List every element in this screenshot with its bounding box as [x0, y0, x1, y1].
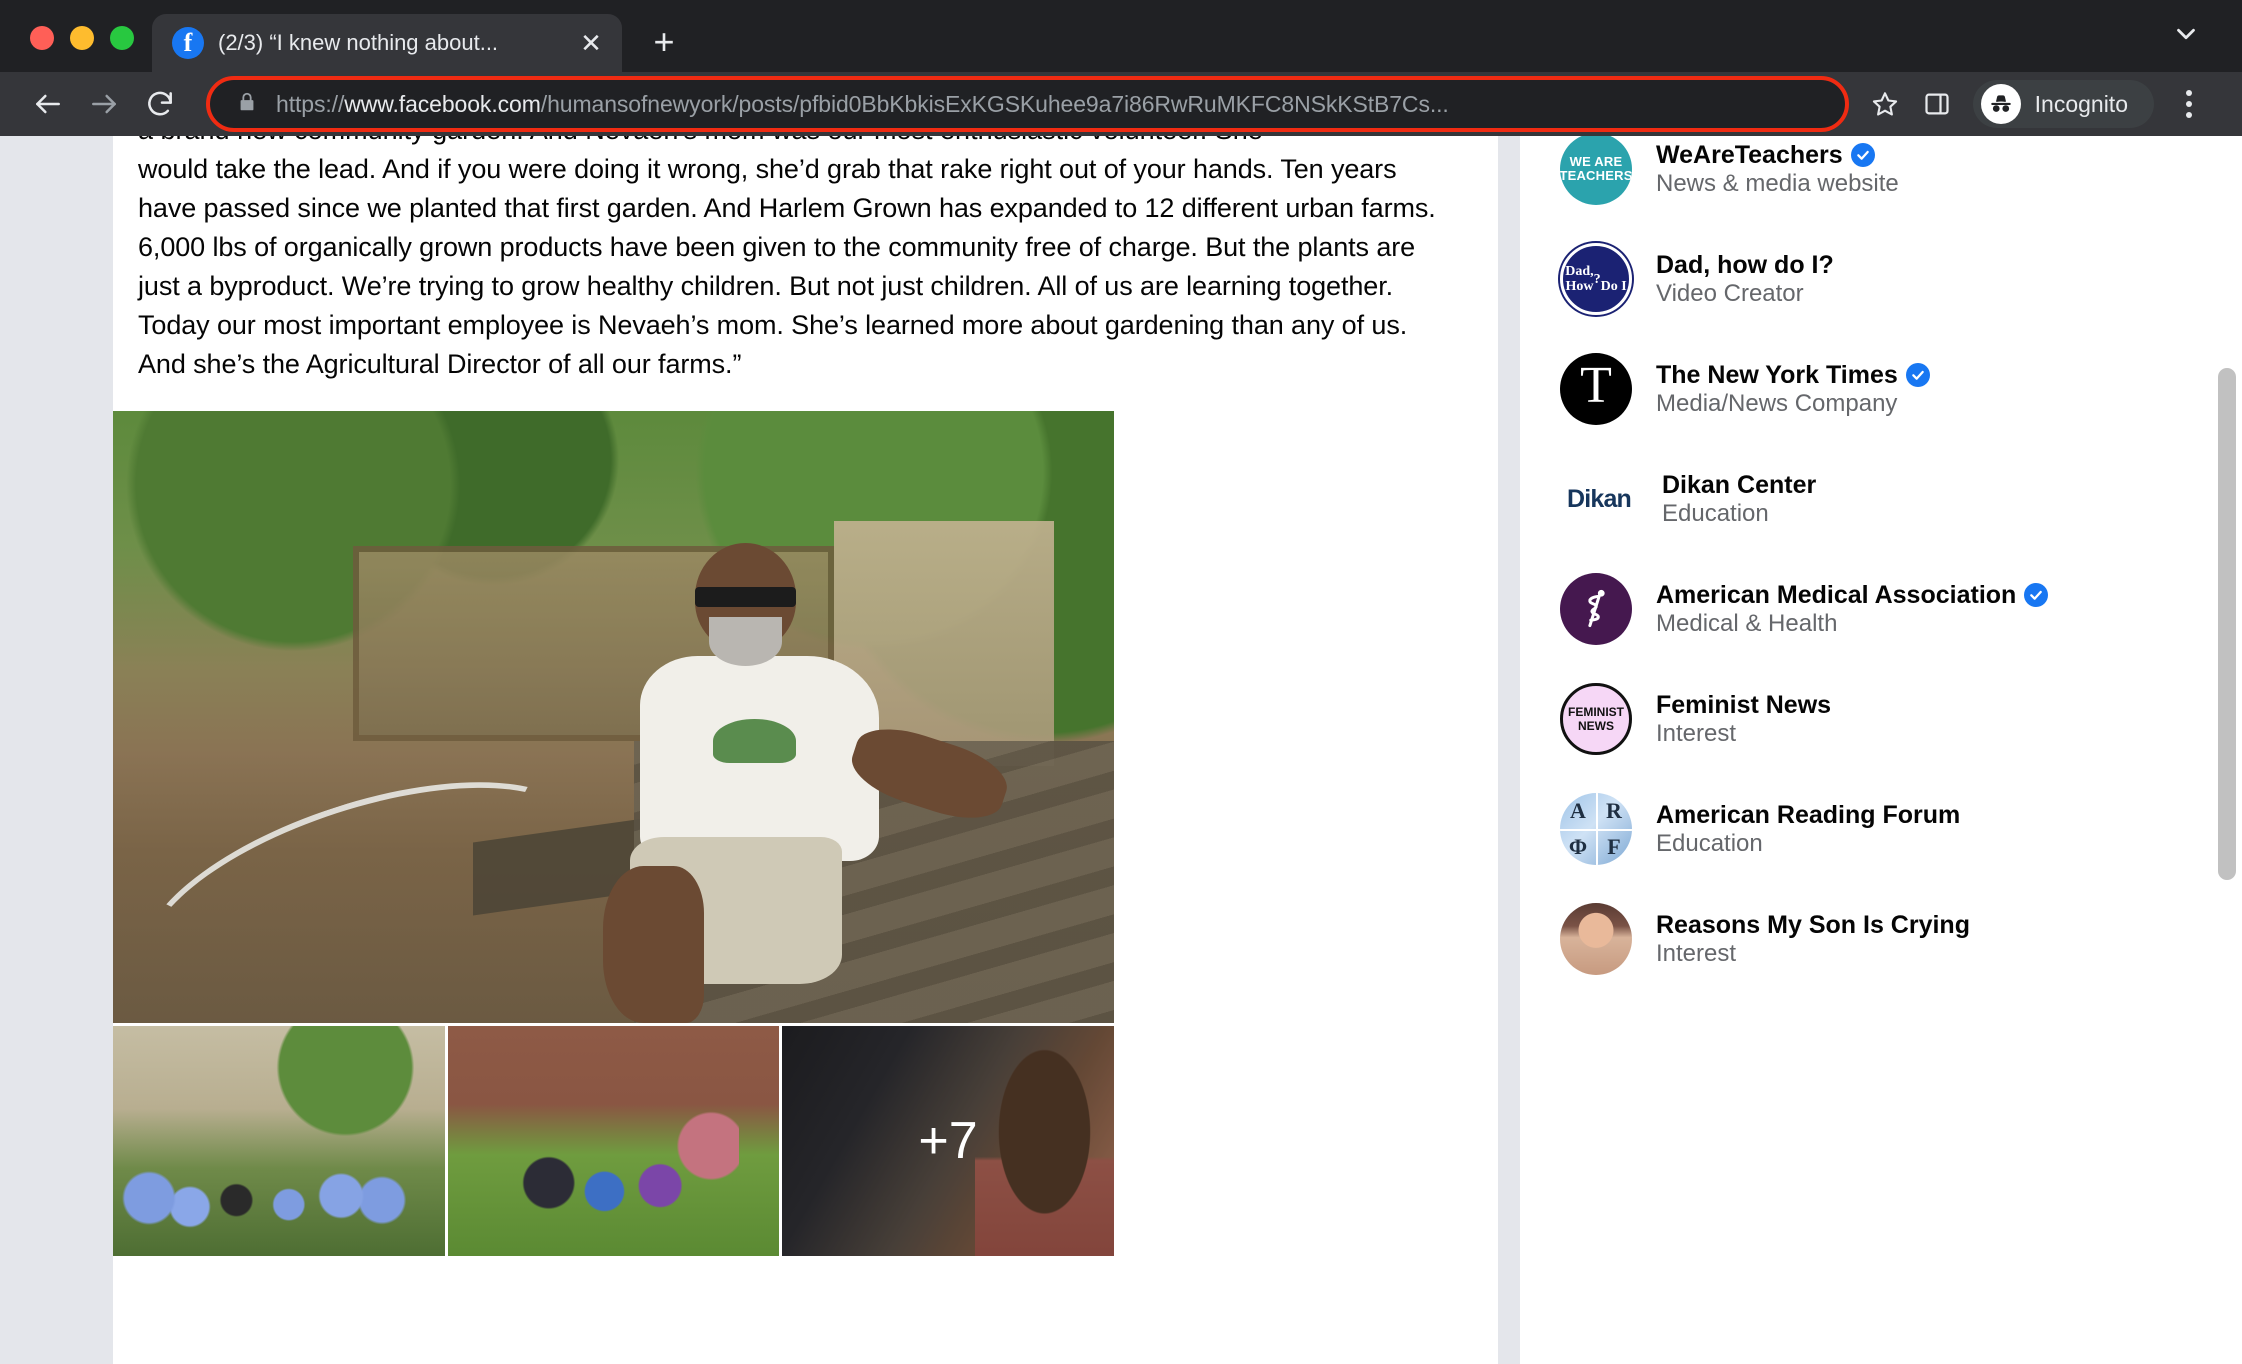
verified-badge-icon: [1850, 142, 1875, 167]
thumbnail-photo[interactable]: [113, 1026, 445, 1256]
thumbnail-row: +7: [113, 1026, 1114, 1256]
sidebar-item-new-york-times[interactable]: T The New York Times Media/News Company: [1560, 334, 2242, 444]
page-name: Reasons My Son Is Crying: [1656, 910, 1970, 939]
page-category: Media/News Company: [1656, 389, 1898, 417]
new-york-times-logo-icon: T: [1560, 353, 1632, 425]
url-scheme: https://: [276, 90, 345, 117]
page-name: Feminist News: [1656, 690, 1832, 719]
page-scrollbar[interactable]: [2218, 136, 2236, 1364]
reload-icon[interactable]: [132, 76, 188, 132]
we-are-teachers-logo-icon: WE ARE TEACHERS: [1560, 136, 1632, 205]
star-icon[interactable]: [1859, 78, 1911, 130]
sidebar-item-american-medical-association[interactable]: American Medical Association Medical & H…: [1560, 554, 2242, 664]
clipped-text-line: a brand new community garden. And Nevaeh…: [113, 136, 1498, 150]
post-body-text: would take the lead. And if you were doi…: [138, 154, 1436, 379]
seated-man: [593, 533, 1053, 1023]
clipped-text: a brand new community garden. And Nevaeh…: [138, 136, 1448, 150]
sidebar-item-dad-how-do-i[interactable]: Dad, How ? Do I Dad, how do I? Video Creat…: [1560, 224, 2242, 334]
url-text: https://www.facebook.com/humansofnewyork…: [276, 91, 1449, 118]
feminist-news-logo-icon: FEMINIST NEWS: [1560, 683, 1632, 755]
more-photos-overlay[interactable]: +7: [782, 1026, 1114, 1256]
back-icon[interactable]: [20, 76, 76, 132]
side-panel-icon[interactable]: [1911, 78, 1963, 130]
glasses: [694, 587, 797, 607]
kebab-menu-icon[interactable]: [2166, 78, 2212, 130]
page-name: American Reading Forum: [1656, 800, 1961, 829]
chevron-down-icon[interactable]: [2164, 12, 2208, 56]
post-column: a brand new community garden. And Nevaeh…: [113, 136, 1498, 1364]
tab-strip: f (2/3) “I knew nothing about... ✕ +: [0, 0, 2242, 72]
close-window-button[interactable]: [30, 26, 54, 50]
page-name: The New York Times: [1656, 360, 1930, 390]
page-name: Dad, how do I?: [1656, 250, 1834, 279]
page-category: Interest: [1656, 719, 1737, 747]
incognito-label: Incognito: [2034, 90, 2128, 117]
address-bar[interactable]: https://www.facebook.com/humansofnewyork…: [206, 76, 1849, 132]
incognito-profile-button[interactable]: Incognito: [1972, 80, 2154, 128]
page-category: Education: [1662, 499, 1769, 527]
browser-window: f (2/3) “I knew nothing about... ✕ + htt…: [0, 0, 2242, 1364]
page-viewport: a brand new community garden. And Nevaeh…: [0, 136, 2242, 1364]
sidebar-item-weareteachers[interactable]: WE ARE TEACHERS WeAreTeachers News & medi…: [1560, 136, 2242, 224]
dad-how-do-i-logo-icon: Dad, How ? Do I: [1560, 243, 1632, 315]
sidebar-item-reasons-my-son-is-crying[interactable]: Reasons My Son Is Crying Interest: [1560, 884, 2242, 994]
reasons-my-son-is-crying-photo-icon: [1560, 903, 1632, 975]
tab-title: (2/3) “I knew nothing about...: [218, 30, 499, 55]
maximize-window-button[interactable]: [110, 26, 134, 50]
thumbnail-photo-more[interactable]: +7: [782, 1026, 1114, 1256]
beard: [708, 616, 783, 666]
close-icon[interactable]: ✕: [574, 26, 608, 60]
verified-badge-icon: [1905, 362, 1930, 387]
page-name: Dikan Center: [1662, 470, 1817, 499]
american-reading-forum-logo-icon: AR ΦF: [1560, 793, 1632, 865]
page-name: WeAreTeachers: [1656, 140, 1899, 170]
verified-badge-icon: [2024, 582, 2049, 607]
sidebar-item-feminist-news[interactable]: FEMINIST NEWS Feminist News Interest: [1560, 664, 2242, 774]
facebook-icon: f: [172, 27, 204, 59]
dikan-logo-icon: Dikan: [1566, 484, 1632, 513]
forward-icon[interactable]: [76, 76, 132, 132]
sidebar-item-american-reading-forum[interactable]: AR ΦF American Reading Forum Education: [1560, 774, 2242, 884]
american-medical-association-logo-icon: [1560, 573, 1632, 645]
page-name: American Medical Association: [1656, 580, 2049, 610]
url-host: www.facebook.com: [344, 90, 541, 117]
page-category: News & media website: [1656, 169, 1899, 197]
leg: [602, 866, 704, 1023]
left-gutter: [0, 136, 113, 1364]
page-category: Medical & Health: [1656, 609, 1838, 637]
page-category: Video Creator: [1656, 279, 1804, 307]
harlem-grown-logo: [713, 719, 797, 764]
new-tab-button[interactable]: +: [638, 16, 690, 68]
browser-tab[interactable]: f (2/3) “I knew nothing about... ✕: [152, 14, 622, 72]
main-photo[interactable]: [113, 411, 1114, 1023]
minimize-window-button[interactable]: [70, 26, 94, 50]
related-pages-sidebar: WE ARE TEACHERS WeAreTeachers News & medi…: [1520, 136, 2242, 1364]
column-gutter: [1498, 136, 1520, 1364]
browser-toolbar: https://www.facebook.com/humansofnewyork…: [0, 72, 2242, 136]
post-photo-grid: +7: [113, 411, 1498, 1256]
address-bar-container: https://www.facebook.com/humansofnewyork…: [206, 76, 1849, 132]
lock-icon: [236, 91, 258, 118]
page-category: Interest: [1656, 939, 1737, 967]
url-path: /humansofnewyork/posts/pfbid0BbKbkisExKG…: [540, 90, 1449, 117]
window-controls: [0, 26, 134, 72]
scrollbar-thumb[interactable]: [2218, 368, 2236, 880]
more-photos-count: +7: [918, 1112, 978, 1170]
thumbnail-photo[interactable]: [447, 1026, 780, 1256]
page-category: Education: [1656, 829, 1763, 857]
incognito-hat-icon: [1980, 84, 2021, 124]
sidebar-item-dikan-center[interactable]: Dikan Dikan Center Education: [1560, 444, 2242, 554]
